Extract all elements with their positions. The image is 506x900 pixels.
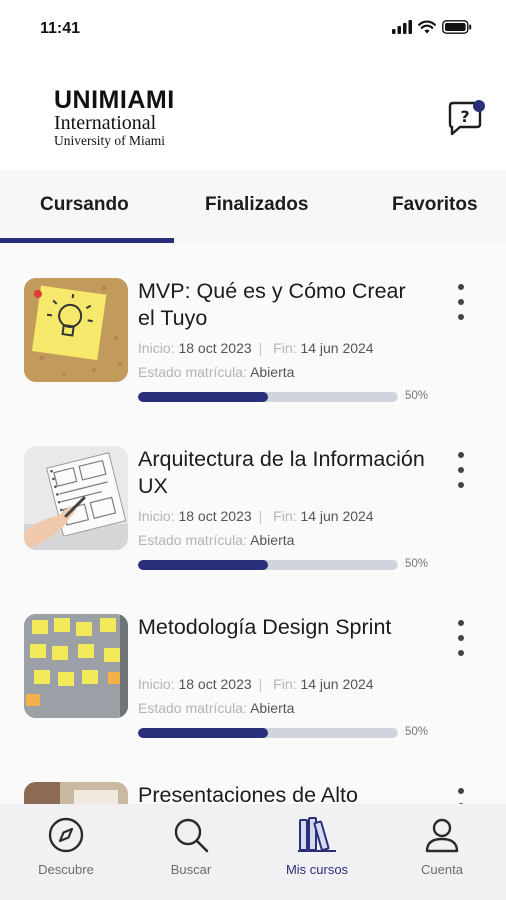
progress-percent: 50% bbox=[405, 558, 429, 570]
end-date: 14 jun 2024 bbox=[300, 340, 374, 356]
end-label: Fin: bbox=[273, 340, 297, 356]
help-button[interactable]: ? bbox=[446, 98, 486, 138]
unimiami-logo: UNIMIAMI International University of Mia… bbox=[54, 88, 175, 148]
svg-text:?: ? bbox=[460, 107, 469, 126]
more-options-icon[interactable] bbox=[452, 620, 470, 656]
logo-sub2-text: University of Miami bbox=[54, 133, 165, 148]
wifi-icon bbox=[418, 20, 436, 34]
enrollment-label: Estado matrícula: bbox=[138, 532, 247, 548]
course-enrollment: Estado matrícula: Abierta bbox=[138, 364, 294, 380]
course-title[interactable]: Presentaciones de Alto bbox=[138, 782, 428, 804]
progress-percent: 50% bbox=[405, 726, 429, 738]
course-enrollment: Estado matrícula: Abierta bbox=[138, 700, 294, 716]
signal-icon bbox=[392, 20, 412, 34]
course-tabs: Cursando Finalizados Favoritos bbox=[0, 170, 506, 244]
course-thumbnail bbox=[24, 614, 128, 718]
status-time: 11:41 bbox=[40, 20, 81, 37]
start-label: Inicio: bbox=[138, 676, 175, 692]
sticky-notes-board-image bbox=[24, 614, 128, 718]
progress-fill bbox=[138, 392, 268, 402]
status-bar: 11:41 bbox=[0, 0, 506, 58]
course-card[interactable]: MVP: Qué es y Cómo Crear el Tuyo Inicio:… bbox=[0, 244, 506, 412]
lightbulb-sticky-note-image bbox=[24, 278, 128, 382]
course-thumbnail bbox=[24, 278, 128, 382]
logo-main-text: UNIMIAMI bbox=[54, 86, 175, 114]
enrollment-label: Estado matrícula: bbox=[138, 364, 247, 380]
tab-cursando[interactable]: Cursando bbox=[40, 194, 129, 216]
course-dates: Inicio: 18 oct 2023 | Fin: 14 jun 2024 bbox=[138, 676, 374, 692]
course-thumbnail bbox=[24, 782, 128, 804]
end-label: Fin: bbox=[273, 508, 297, 524]
compass-icon bbox=[48, 817, 84, 853]
more-options-icon[interactable] bbox=[452, 452, 470, 488]
course-list[interactable]: MVP: Qué es y Cómo Crear el Tuyo Inicio:… bbox=[0, 244, 506, 804]
nav-descubre[interactable]: Descubre bbox=[18, 814, 114, 890]
nav-label: Buscar bbox=[170, 862, 212, 877]
end-date: 14 jun 2024 bbox=[300, 676, 374, 692]
course-card[interactable]: Arquitectura de la Información UX Inicio… bbox=[0, 412, 506, 580]
course-dates: Inicio: 18 oct 2023 | Fin: 14 jun 2024 bbox=[138, 340, 374, 356]
start-label: Inicio: bbox=[138, 340, 175, 356]
active-tab-indicator bbox=[0, 238, 174, 243]
course-title[interactable]: MVP: Qué es y Cómo Crear el Tuyo bbox=[138, 278, 428, 332]
enrollment-status: Abierta bbox=[250, 700, 295, 716]
course-card[interactable]: Presentaciones de Alto bbox=[0, 748, 506, 804]
app-header: UNIMIAMI International University of Mia… bbox=[0, 58, 506, 170]
bottom-navigation: Descubre Buscar Mis cursos Cuenta bbox=[0, 804, 506, 900]
enrollment-status: Abierta bbox=[250, 364, 295, 380]
course-thumbnail bbox=[24, 446, 128, 550]
date-separator: | bbox=[258, 508, 263, 524]
more-options-icon[interactable] bbox=[452, 788, 470, 804]
nav-buscar[interactable]: Buscar bbox=[143, 814, 239, 890]
progress-bar bbox=[138, 560, 398, 570]
user-icon bbox=[425, 818, 459, 853]
books-icon bbox=[298, 817, 336, 852]
progress-bar bbox=[138, 392, 398, 402]
search-icon bbox=[174, 818, 209, 853]
nav-label: Mis cursos bbox=[285, 862, 349, 877]
enrollment-status: Abierta bbox=[250, 532, 295, 548]
nav-label: Descubre bbox=[38, 862, 94, 877]
start-date: 18 oct 2023 bbox=[178, 508, 252, 524]
nav-label: Cuenta bbox=[421, 862, 463, 877]
progress-fill bbox=[138, 560, 268, 570]
date-separator: | bbox=[258, 340, 263, 356]
notification-dot bbox=[473, 100, 485, 112]
date-separator: | bbox=[258, 676, 263, 692]
battery-icon bbox=[442, 20, 472, 34]
progress-percent: 50% bbox=[405, 390, 429, 402]
course-card[interactable]: Metodología Design Sprint Inicio: 18 oct… bbox=[0, 580, 506, 748]
end-date: 14 jun 2024 bbox=[300, 508, 374, 524]
more-options-icon[interactable] bbox=[452, 284, 470, 320]
start-date: 18 oct 2023 bbox=[178, 676, 252, 692]
start-date: 18 oct 2023 bbox=[178, 340, 252, 356]
tab-finalizados[interactable]: Finalizados bbox=[205, 194, 308, 216]
presentation-room-image bbox=[24, 782, 128, 804]
start-label: Inicio: bbox=[138, 508, 175, 524]
progress-bar bbox=[138, 728, 398, 738]
enrollment-label: Estado matrícula: bbox=[138, 700, 247, 716]
course-enrollment: Estado matrícula: Abierta bbox=[138, 532, 294, 548]
nav-cuenta[interactable]: Cuenta bbox=[394, 814, 490, 890]
nav-mis-cursos[interactable]: Mis cursos bbox=[269, 814, 365, 890]
tab-favoritos[interactable]: Favoritos bbox=[392, 194, 478, 216]
end-label: Fin: bbox=[273, 676, 297, 692]
hand-sketching-wireframes-image bbox=[24, 446, 128, 550]
course-title[interactable]: Arquitectura de la Información UX bbox=[138, 446, 428, 500]
progress-fill bbox=[138, 728, 268, 738]
course-title[interactable]: Metodología Design Sprint bbox=[138, 614, 428, 641]
course-dates: Inicio: 18 oct 2023 | Fin: 14 jun 2024 bbox=[138, 508, 374, 524]
status-icons bbox=[392, 20, 472, 34]
logo-sub-text: International bbox=[54, 112, 157, 134]
